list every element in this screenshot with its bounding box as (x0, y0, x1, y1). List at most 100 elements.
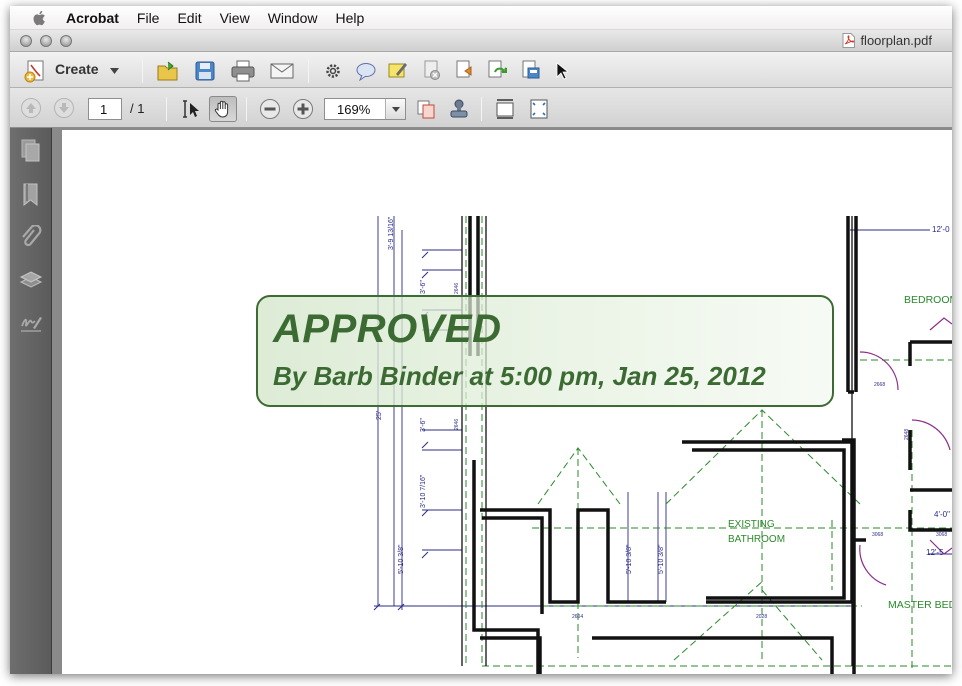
dimension-label: 4'-0" (934, 510, 950, 519)
dimension-label: 25' (376, 410, 383, 420)
menu-view[interactable]: View (220, 10, 250, 26)
plus-circle-icon (293, 99, 313, 119)
print-button[interactable] (229, 58, 257, 84)
export-page-icon (456, 60, 472, 78)
printer-icon (231, 60, 255, 82)
document-title-text: floorplan.pdf (860, 33, 932, 48)
create-button-label[interactable]: Create (55, 61, 99, 77)
menu-help[interactable]: Help (335, 10, 364, 26)
chevron-down-icon[interactable] (110, 68, 119, 74)
stamp-title: APPROVED (273, 307, 502, 351)
next-page-button[interactable] (52, 96, 76, 120)
previous-page-button[interactable] (19, 96, 43, 120)
refresh-button[interactable] (486, 59, 508, 81)
page-number-input[interactable]: 1 (88, 98, 122, 120)
page-layout-icon (417, 100, 435, 119)
zoom-window-button[interactable] (60, 35, 72, 47)
hand-tool-button[interactable] (209, 96, 237, 122)
pdf-file-icon (842, 33, 856, 48)
speech-bubble-icon (356, 63, 376, 81)
stamp-icon (450, 99, 468, 118)
document-title: floorplan.pdf (842, 33, 932, 48)
menu-window[interactable]: Window (268, 10, 318, 26)
stamp-tool-button[interactable] (447, 97, 471, 121)
toolbar-separator (246, 97, 247, 121)
pages-icon[interactable] (19, 138, 43, 164)
arrow-up-icon (21, 98, 41, 118)
delete-page-button[interactable] (421, 59, 443, 81)
approved-stamp[interactable]: APPROVED By Barb Binder at 5:00 pm, Jan … (256, 295, 834, 407)
room-label-bathroom: BATHROOM (728, 534, 786, 545)
toolbar-separator (142, 59, 143, 83)
hand-icon (214, 100, 229, 118)
pdf-page: BEDROOM EXISTING BATHROOM MASTER BED 12'… (62, 130, 952, 674)
menu-bar: Acrobat File Edit View Window Help (10, 6, 952, 30)
door-code-label: 3068 (936, 532, 948, 538)
page-thumbnails-button[interactable] (414, 97, 438, 121)
room-label-existing: EXISTING (728, 519, 775, 530)
minimize-window-button[interactable] (40, 35, 52, 47)
settings-button[interactable] (322, 60, 344, 82)
dimension-label: 5'-10 3/8" (658, 544, 665, 574)
menu-acrobat[interactable]: Acrobat (66, 10, 119, 26)
highlight-button[interactable] (387, 59, 409, 81)
dimension-label: 12'-0 1 (932, 225, 952, 234)
dimension-label: 5'-10 3/8" (626, 544, 633, 574)
fit-page-button[interactable] (527, 97, 551, 121)
email-button[interactable] (268, 58, 296, 84)
zoom-dropdown-button[interactable] (385, 99, 405, 119)
dimension-label: 12'-5 (926, 548, 944, 557)
mouse-cursor-icon (556, 62, 568, 80)
delete-page-icon (424, 60, 440, 80)
collaborate-button[interactable] (520, 59, 542, 81)
menu-edit[interactable]: Edit (177, 10, 201, 26)
zoom-out-button[interactable] (258, 97, 282, 121)
door-code-label: 2668 (874, 382, 886, 388)
dimension-label: 3'-9 13/16" (388, 216, 395, 250)
zoom-level-value: 169% (337, 102, 371, 117)
paperclip-icon[interactable] (19, 225, 43, 251)
refresh-page-icon (488, 60, 507, 78)
open-folder-icon (157, 61, 178, 81)
gear-icon (326, 64, 340, 78)
select-tool-button[interactable] (178, 97, 202, 121)
signature-icon[interactable] (19, 311, 43, 337)
fit-width-button[interactable] (493, 97, 517, 121)
comment-button[interactable] (355, 60, 377, 82)
navigation-pane (10, 128, 52, 674)
zoom-level-select[interactable]: 169% (324, 98, 406, 120)
save-disk-icon (195, 61, 215, 81)
toolbar-separator (166, 97, 167, 121)
text-select-cursor-icon (183, 100, 199, 118)
menu-file[interactable]: File (137, 10, 160, 26)
dimension-label: 3'-10 7/16" (420, 474, 427, 508)
close-window-button[interactable] (20, 35, 32, 47)
export-button[interactable] (454, 59, 476, 81)
dimension-label: 5'-10 3/8" (398, 544, 405, 574)
envelope-icon (270, 63, 294, 79)
highlighter-icon (388, 63, 407, 78)
navigation-toolbar: 1 / 1 169% (10, 88, 952, 128)
shared-page-icon (522, 60, 540, 79)
create-button[interactable] (22, 58, 50, 84)
open-button[interactable] (155, 58, 181, 84)
fit-page-icon (530, 99, 548, 119)
door-code-label: 2646 (454, 282, 460, 294)
layers-icon[interactable] (19, 268, 43, 294)
stamp-details: By Barb Binder at 5:00 pm, Jan 25, 2012 (273, 361, 766, 391)
door-code-label: 2648 (904, 428, 910, 440)
fit-width-icon (496, 99, 514, 119)
create-pdf-icon (24, 60, 44, 83)
room-label-master-bed: MASTER BED (888, 599, 952, 611)
apple-icon[interactable] (30, 9, 50, 27)
acrobat-window: Acrobat File Edit View Window Help floor… (10, 6, 952, 674)
door-code-label: 2646 (454, 418, 460, 430)
page-total: / 1 (130, 101, 145, 116)
document-viewer[interactable]: BEDROOM EXISTING BATHROOM MASTER BED 12'… (52, 128, 952, 674)
zoom-in-button[interactable] (291, 97, 315, 121)
room-label-bedroom: BEDROOM (904, 294, 952, 306)
bookmark-icon[interactable] (19, 182, 43, 208)
door-code-label: 2028 (756, 614, 768, 620)
save-button[interactable] (192, 58, 218, 84)
title-bar: floorplan.pdf (10, 30, 952, 52)
